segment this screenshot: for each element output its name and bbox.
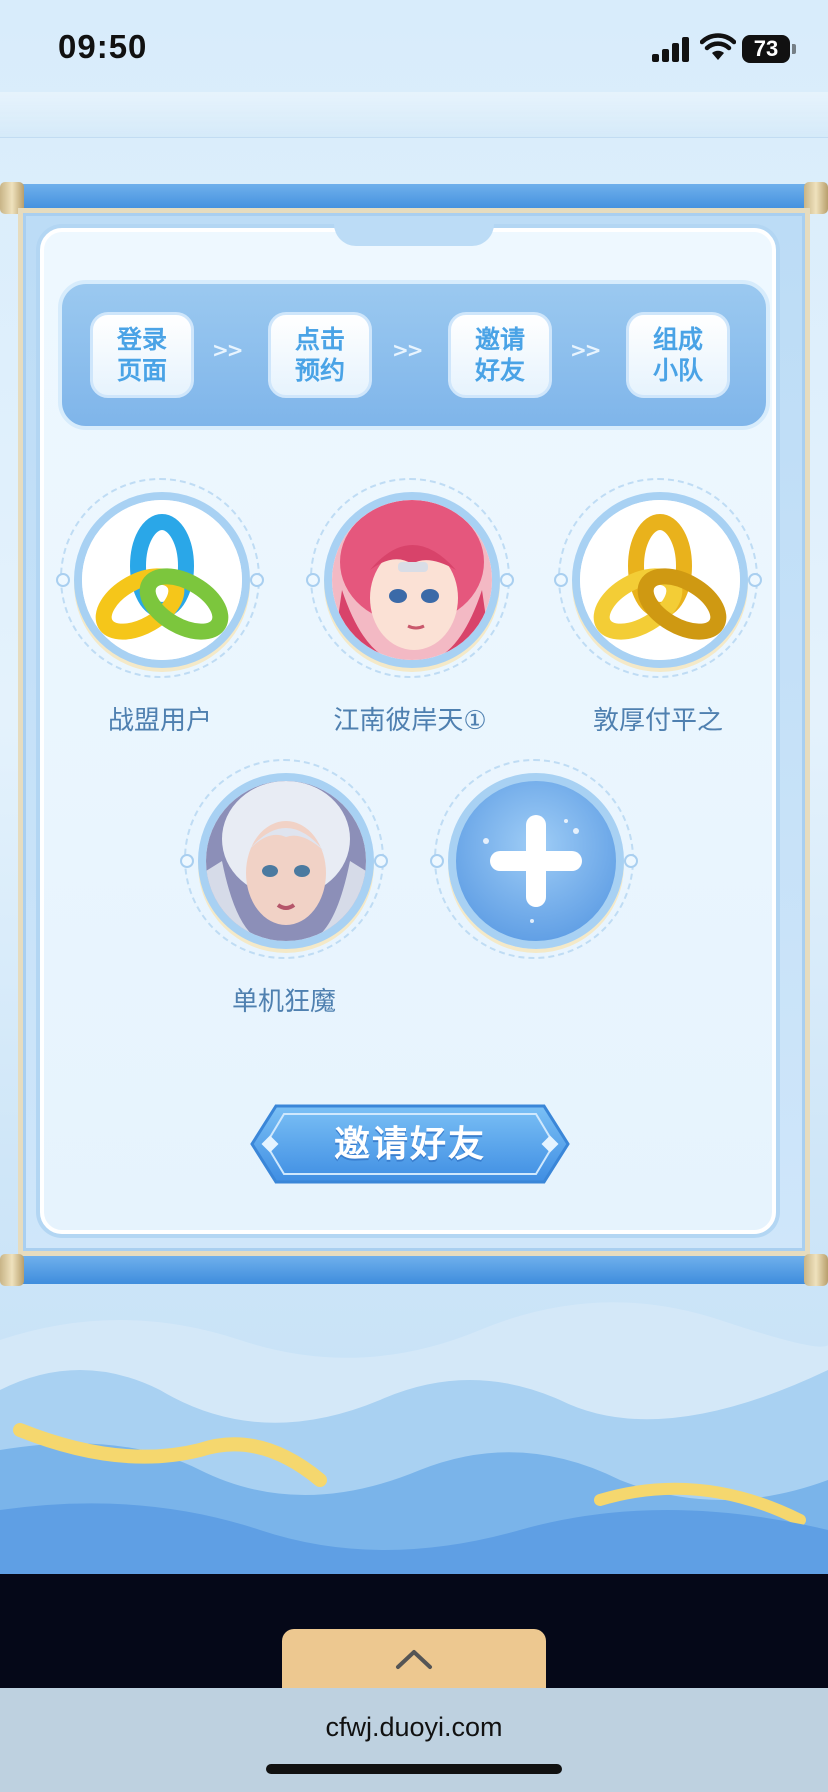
panel-notch [334, 224, 494, 246]
invite-button-label: 邀请好友 [333, 1123, 486, 1165]
team-member[interactable]: 敦厚付平之 [554, 478, 762, 737]
avatar-frame [430, 759, 638, 959]
avatar [572, 492, 748, 668]
tri-ring-icon [82, 500, 242, 660]
back-to-top-button[interactable] [282, 1629, 546, 1688]
step-arrow: >> [212, 338, 243, 362]
avatar [74, 492, 250, 668]
chevron-up-icon [396, 1650, 432, 1669]
team-member[interactable]: 战盟用户 [56, 478, 264, 737]
step-arrow: >> [570, 338, 601, 362]
team-member[interactable]: 单机狂魔 [180, 759, 388, 1018]
wifi-icon [700, 33, 736, 60]
hero-portrait-icon [332, 500, 492, 660]
browser-address-bar[interactable]: cfwj.duoyi.com [0, 1688, 828, 1792]
avatar [198, 773, 374, 949]
cellular-signal-icon [652, 36, 690, 62]
faded-header-strip [0, 92, 828, 138]
invite-friends-button[interactable]: 邀请好友 [250, 1102, 570, 1186]
home-indicator [266, 1764, 562, 1774]
member-name: 战盟用户 [107, 706, 212, 736]
member-name: 敦厚付平之 [592, 706, 723, 736]
wave-decoration [0, 1302, 828, 1574]
member-name: 江南彼岸天① [333, 706, 487, 736]
avatar [448, 773, 624, 949]
step-invite-friends: 邀请 好友 [448, 312, 552, 398]
avatar-frame [56, 478, 264, 678]
avatar [324, 492, 500, 668]
step-login-page: 登录 页面 [90, 312, 194, 398]
step-arrow: >> [392, 338, 423, 362]
add-member-button[interactable] [430, 759, 638, 959]
tri-ring-gold-icon [580, 500, 740, 660]
url-text: cfwj.duoyi.com [325, 1712, 503, 1742]
avatar-frame [554, 478, 762, 678]
team-member[interactable]: 江南彼岸天① [306, 478, 514, 737]
heroine-portrait-icon [206, 781, 366, 941]
member-name: 单机狂魔 [231, 987, 336, 1017]
avatar-frame [306, 478, 514, 678]
status-time: 09:50 [58, 28, 148, 65]
avatar-frame [180, 759, 388, 959]
step-click-reserve: 点击 预约 [268, 312, 372, 398]
status-bar: 09:50 73 [0, 0, 828, 100]
battery-icon: 73 [742, 35, 796, 63]
step-form-team: 组成 小队 [626, 312, 730, 398]
plus-icon [483, 815, 582, 923]
